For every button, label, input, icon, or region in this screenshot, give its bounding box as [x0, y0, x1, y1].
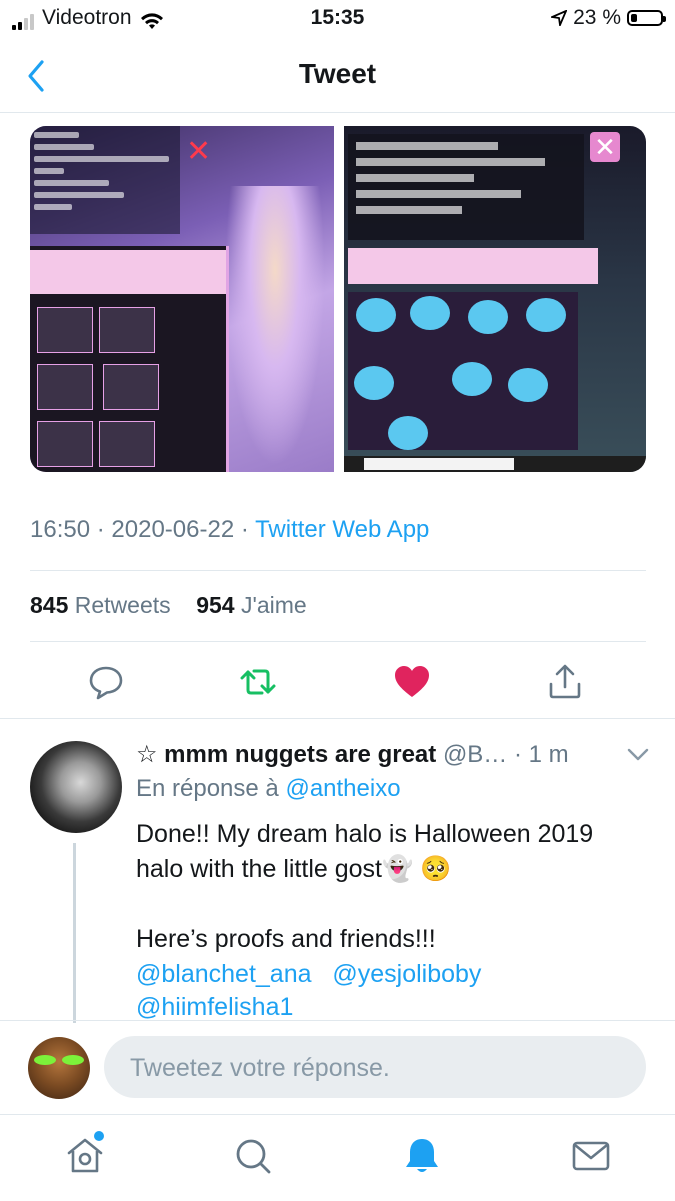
chevron-down-icon[interactable]: [626, 744, 650, 764]
tweet-actions: [0, 656, 675, 712]
tweet-image-2[interactable]: ✕: [344, 126, 646, 472]
home-icon[interactable]: [64, 1135, 106, 1177]
location-icon: [551, 10, 568, 26]
reply-time: · 1 m: [513, 741, 569, 768]
share-icon[interactable]: [545, 662, 585, 702]
reply-composer[interactable]: [104, 1036, 646, 1100]
in-reply-to: En réponse à @antheixo: [136, 775, 401, 802]
tweet-meta: 16:50 · 2020-06-22 · Twitter Web App: [30, 516, 430, 543]
tweet-source[interactable]: Twitter Web App: [255, 516, 429, 543]
avatar[interactable]: [30, 741, 122, 833]
reply-text: Done!! My dream halo is Halloween 2019 h…: [136, 820, 594, 953]
tweet-time: 16:50: [30, 516, 91, 543]
reply-author-handle[interactable]: @B…: [443, 741, 507, 768]
reply-input[interactable]: [128, 1036, 612, 1100]
status-bar: Videotron 15:35 23 %: [0, 0, 675, 36]
likes-stat[interactable]: 954 J'aime: [196, 592, 307, 618]
mention-link[interactable]: @yesjoliboby: [332, 960, 481, 988]
retweets-stat[interactable]: 845 Retweets: [30, 592, 171, 618]
in-reply-to-handle[interactable]: @antheixo: [285, 775, 400, 802]
tweet-image-1[interactable]: ✕: [30, 126, 334, 472]
divider: [30, 641, 646, 642]
battery-icon: [627, 10, 666, 26]
tweet-date: 2020-06-22: [111, 516, 235, 543]
thread-line: [73, 843, 76, 1023]
status-right: 23 %: [551, 6, 666, 30]
nav-bar: Tweet: [0, 40, 675, 113]
notifications-icon[interactable]: [401, 1135, 443, 1177]
home-badge: [94, 1131, 104, 1141]
reply-header: ☆ mmm nuggets are great @B… · 1 m: [136, 740, 569, 769]
tab-bar: [0, 1114, 675, 1201]
search-icon[interactable]: [232, 1135, 274, 1177]
reply-icon[interactable]: [86, 662, 126, 702]
reply-author-name[interactable]: ☆ mmm nuggets are great: [136, 741, 436, 768]
battery-percent: 23 %: [573, 6, 621, 29]
page-title: Tweet: [298, 58, 377, 89]
mention-link[interactable]: @blanchet_ana: [136, 960, 312, 988]
reply-mentions: @blanchet_ana @yesjoliboby @hiimfelisha1: [136, 958, 656, 1024]
mention-link[interactable]: @hiimfelisha1: [136, 993, 293, 1021]
retweet-icon[interactable]: [238, 662, 278, 702]
divider: [0, 1020, 675, 1021]
messages-icon[interactable]: [570, 1135, 612, 1177]
my-avatar[interactable]: [28, 1037, 90, 1099]
tweet-media: ✕ ✕: [30, 126, 646, 472]
divider: [0, 718, 675, 719]
divider: [30, 570, 646, 571]
tweet-stats: 845 Retweets 954 J'aime: [30, 592, 307, 619]
heart-icon[interactable]: [392, 662, 432, 702]
